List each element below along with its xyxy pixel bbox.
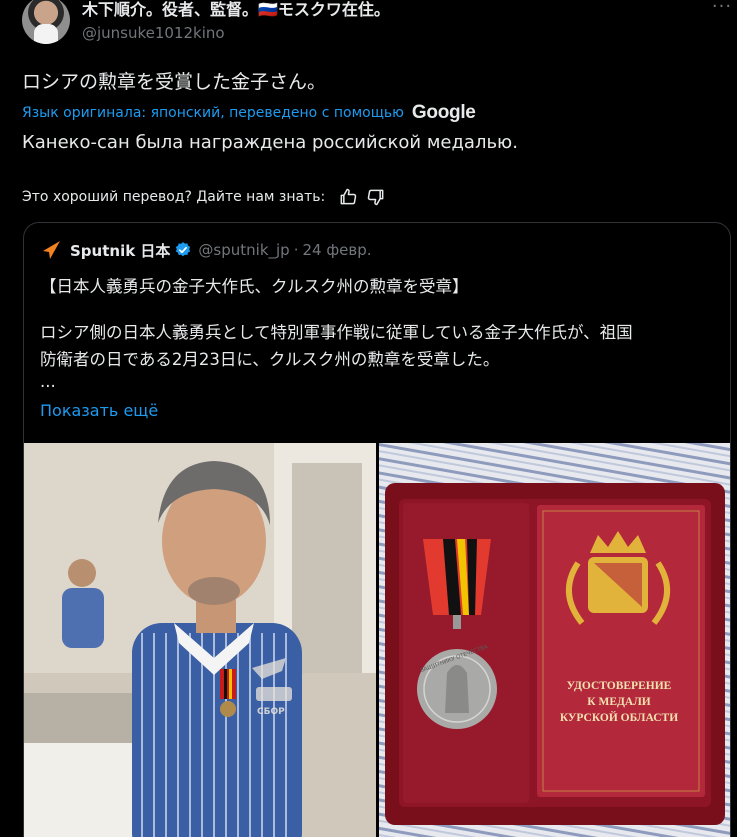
- quoted-tweet-text: 【日本人義勇兵の金子大作氏、クルスク州の勲章を受章】 ロシア側の日本人義勇兵とし…: [40, 273, 720, 391]
- verified-badge-icon: [176, 242, 191, 257]
- quoted-separator: ·: [293, 241, 299, 259]
- quoted-author-name[interactable]: Sputnik 日本: [70, 240, 170, 261]
- quoted-headline: 【日本人義勇兵の金子大作氏、クルスク州の勲章を受章】: [40, 277, 469, 296]
- quoted-body-line-1: ロシア側の日本人義勇兵として特別軍事作戦に従軍している金子大作氏が、祖国: [40, 323, 633, 342]
- certificate-line-3: КУРСКОЙ ОБЛАСТИ: [560, 710, 678, 724]
- author-handle[interactable]: @junsuke1012kino: [82, 24, 225, 42]
- author-display-name[interactable]: 木下順介。役者、監督。🇷🇺モスクワ在住。: [82, 0, 390, 20]
- quoted-media[interactable]: СБОР УДОСТОВЕРЕНИЕ К МЕДАЛИ КУРСКОЙ ОБЛА…: [24, 443, 730, 837]
- translation-attribution-label[interactable]: Язык оригинала: японский, переведено с п…: [22, 105, 404, 121]
- quoted-ellipsis: ...: [40, 372, 56, 391]
- certificate-line-1: УДОСТОВЕРЕНИЕ: [567, 680, 672, 692]
- google-logo: Google: [411, 102, 476, 123]
- tweet-author: 木下順介。役者、監督。🇷🇺モスクワ在住。 @junsuke1012kino ··…: [22, 0, 731, 46]
- quoted-date[interactable]: 24 февр.: [302, 241, 371, 259]
- show-more-link[interactable]: Показать ещё: [40, 401, 158, 420]
- thumbs-down-icon[interactable]: [365, 186, 387, 208]
- quoted-author-handle[interactable]: @sputnik_jp: [198, 241, 289, 259]
- translated-text: Канеко-сан была награждена российской ме…: [22, 132, 518, 153]
- feedback-prompt: Это хороший перевод? Дайте нам знать:: [22, 189, 326, 205]
- sputnik-logo-icon[interactable]: [40, 239, 62, 261]
- translation-feedback: Это хороший перевод? Дайте нам знать:: [22, 186, 387, 208]
- avatar[interactable]: [22, 0, 70, 44]
- photo-medal-and-certificate[interactable]: УДОСТОВЕРЕНИЕ К МЕДАЛИ КУРСКОЙ ОБЛАСТИ З…: [379, 443, 730, 837]
- thumbs-up-icon[interactable]: [337, 186, 359, 208]
- quoted-tweet[interactable]: Sputnik 日本 @sputnik_jp · 24 февр. 【日本人義勇…: [23, 222, 731, 837]
- tweet-text: ロシアの勲章を受賞した金子さん。: [22, 71, 327, 93]
- translation-attribution: Язык оригинала: японский, переведено с п…: [22, 102, 476, 124]
- more-icon[interactable]: ···: [708, 0, 736, 20]
- quoted-body-line-2: 防衛者の日である2月23日に、クルスク州の勲章を受章した。: [40, 350, 500, 369]
- certificate-line-2: К МЕДАЛИ: [587, 696, 651, 708]
- photo-man-with-medal[interactable]: СБОР: [24, 443, 376, 837]
- badge-text: СБОР: [257, 707, 285, 717]
- quoted-tweet-header: Sputnik 日本 @sputnik_jp · 24 февр.: [40, 239, 372, 261]
